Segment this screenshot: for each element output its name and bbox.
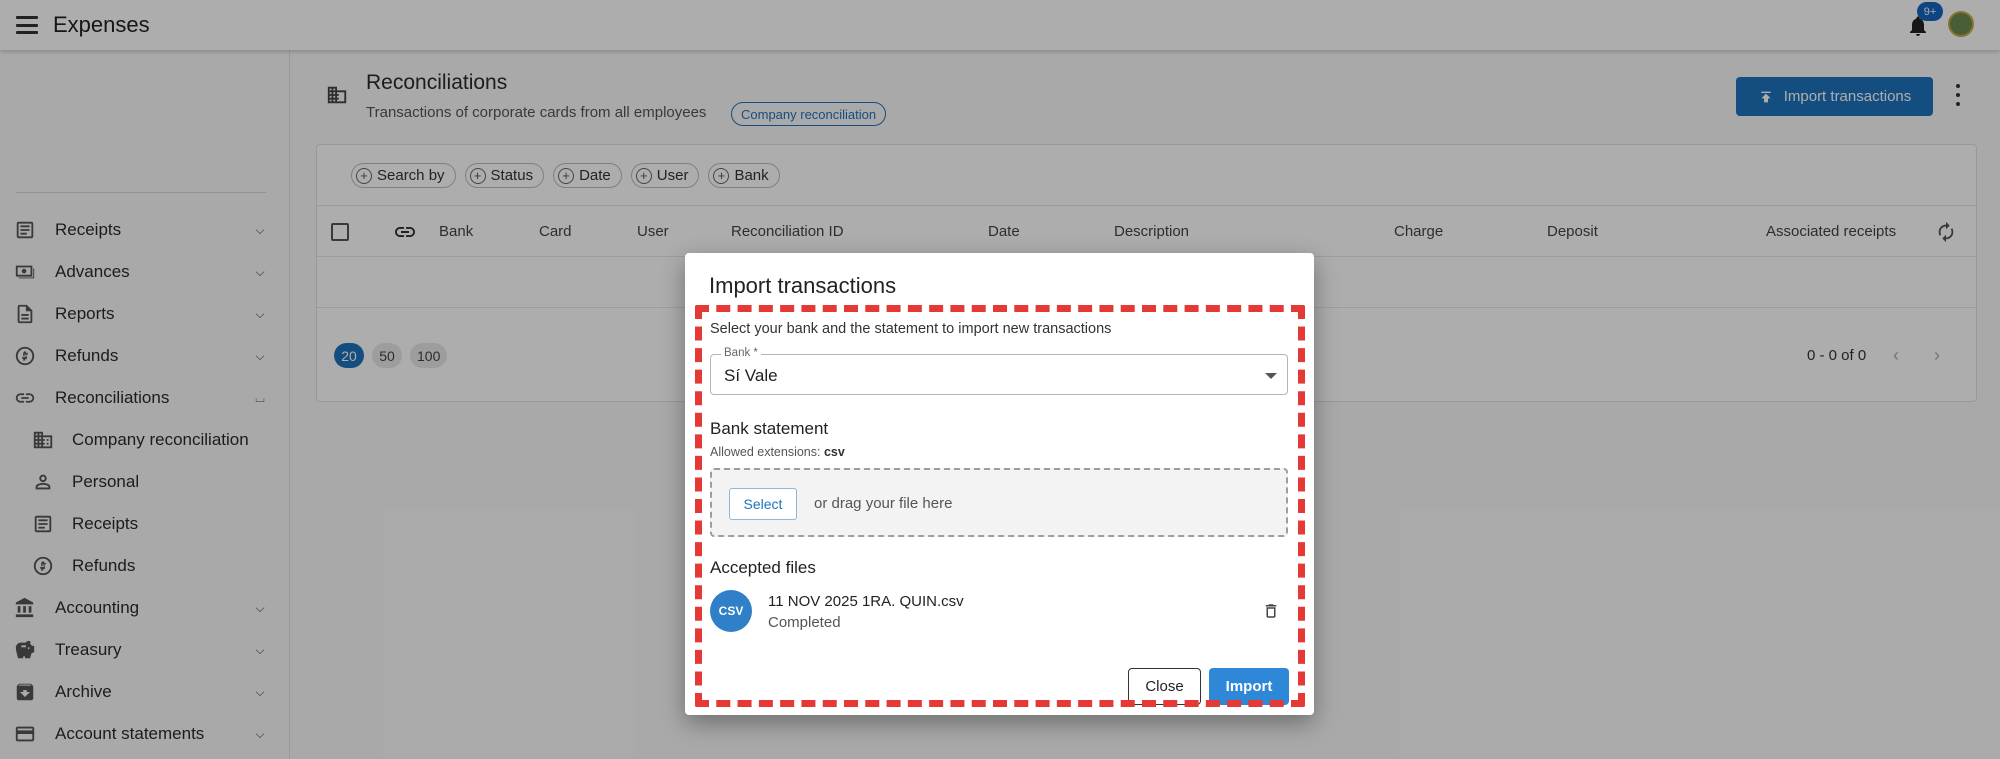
file-name: 11 NOV 2025 1RA. QUIN.csv — [768, 593, 964, 610]
dropdown-arrow-icon — [1265, 373, 1277, 379]
accepted-files-heading: Accepted files — [710, 558, 816, 577]
close-button[interactable]: Close — [1128, 668, 1201, 705]
dialog-title: Import transactions — [709, 273, 897, 298]
allowed-extensions-value: csv — [823, 445, 845, 459]
import-transactions-dialog: Import transactions Select your bank and… — [685, 253, 1314, 715]
csv-file-icon: CSV — [710, 590, 752, 632]
allowed-extensions-label: Allowed extensions: — [710, 445, 821, 459]
file-status: Completed — [768, 614, 841, 631]
trash-icon[interactable] — [1262, 600, 1280, 622]
import-button[interactable]: Import — [1209, 668, 1289, 705]
drag-hint: or drag your file here — [814, 495, 953, 512]
bank-selected-value: Sí Vale — [724, 366, 778, 385]
allowed-extensions: Allowed extensions: csv — [710, 445, 845, 459]
bank-field-label: Bank * — [721, 347, 761, 359]
bank-select[interactable]: Bank * Sí Vale — [710, 347, 1288, 395]
file-dropzone[interactable]: Select or drag your file here — [710, 468, 1288, 537]
dialog-instructions: Select your bank and the statement to im… — [710, 321, 1112, 337]
select-file-button[interactable]: Select — [729, 488, 797, 520]
bank-statement-heading: Bank statement — [710, 419, 829, 438]
